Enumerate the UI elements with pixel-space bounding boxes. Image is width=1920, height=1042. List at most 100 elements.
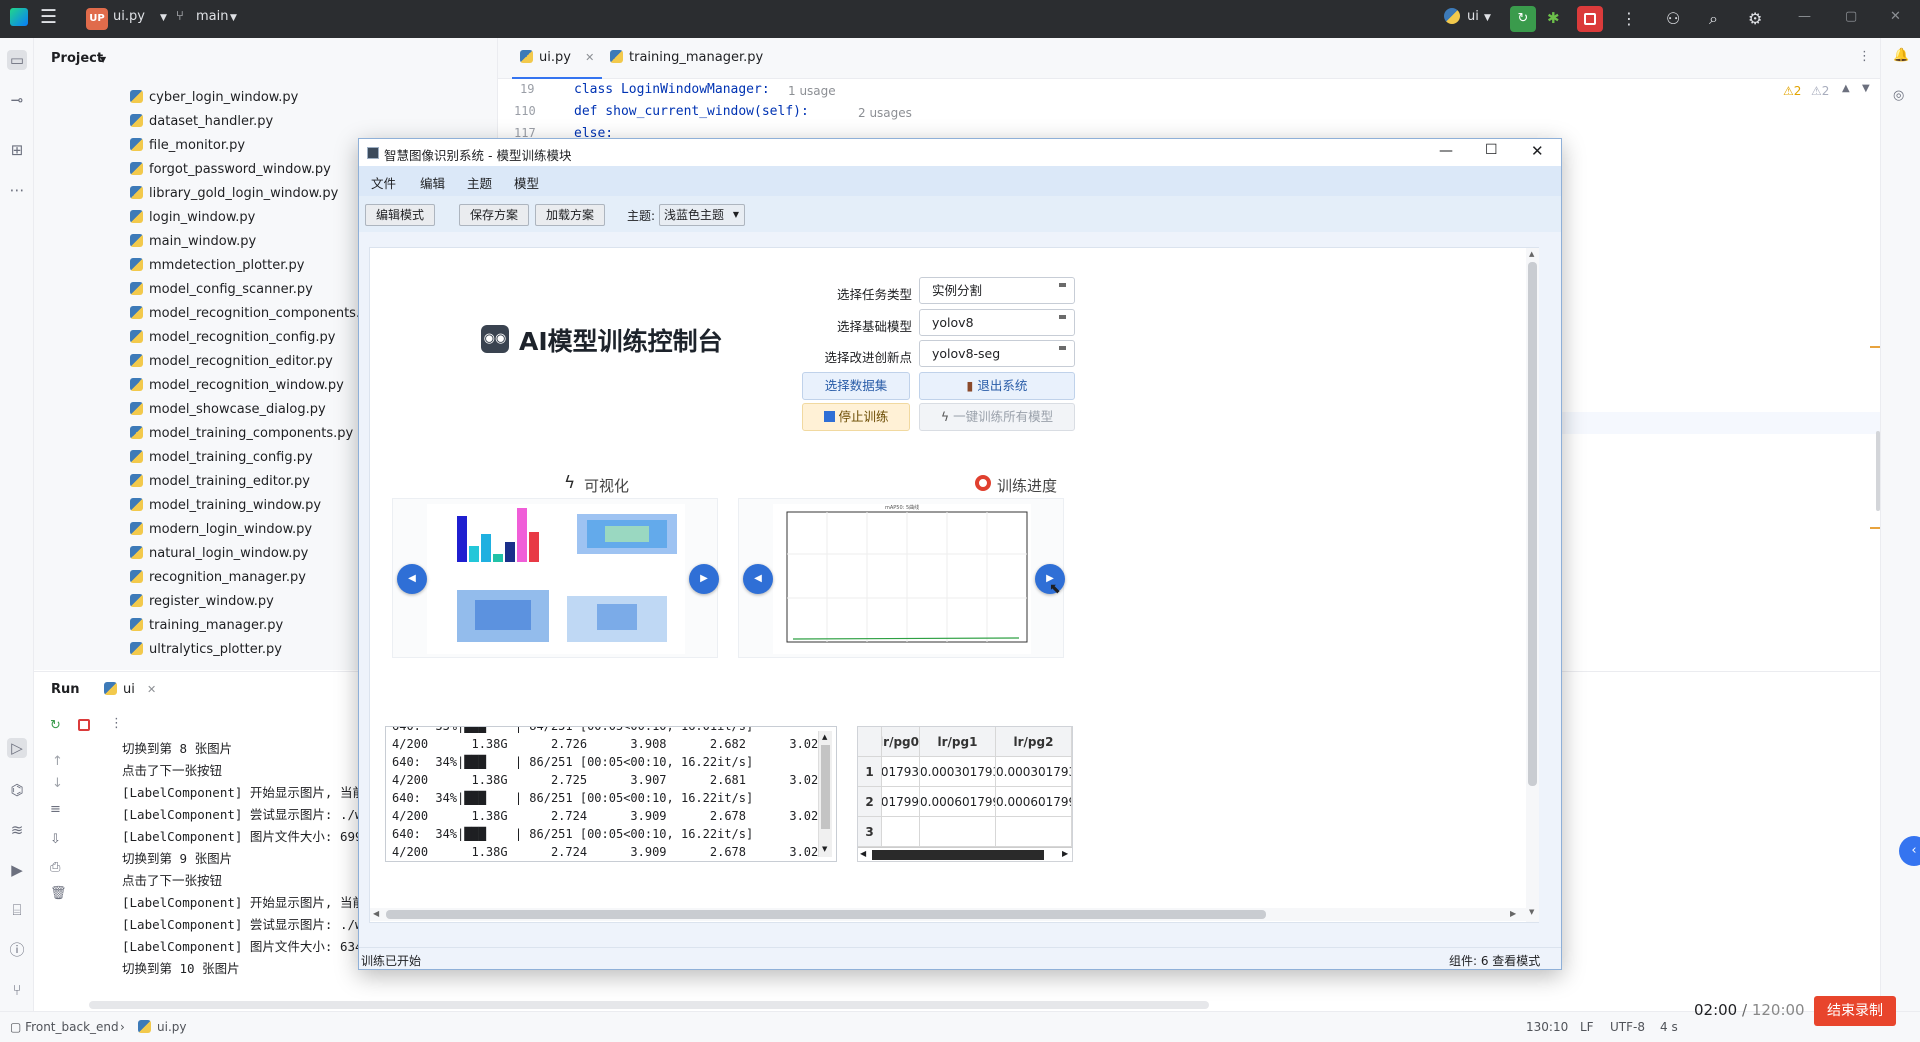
maximize-icon[interactable]: ▢ — [1845, 9, 1857, 24]
file-tree-item[interactable]: model_recognition_window.py — [130, 376, 344, 396]
editor-tab[interactable]: training_manager.py — [602, 38, 771, 79]
file-tree-item[interactable]: main_window.py — [130, 232, 256, 252]
editor-more-icon[interactable]: ⋮ — [1858, 49, 1871, 64]
usage-hint[interactable]: 1 usage — [788, 84, 836, 98]
menu-model[interactable]: 模型 — [514, 173, 539, 192]
content-hscrollbar[interactable]: ◀ ▶ — [370, 908, 1526, 921]
problems-icon[interactable]: ⓘ — [7, 940, 27, 960]
cursor-position[interactable]: 130:10 — [1526, 1020, 1568, 1034]
metrics-table[interactable]: lr/pg0lr/pg1lr/pg210.0003017930.00030179… — [857, 726, 1073, 862]
edit-mode-button[interactable]: 编辑模式 — [365, 204, 436, 226]
progress-prev-button[interactable]: ◀ — [743, 564, 773, 594]
debug-icon[interactable]: ✱ — [1547, 9, 1560, 27]
content-hscroll-thumb[interactable] — [386, 910, 1266, 919]
table-header[interactable]: lr/pg1 — [920, 727, 996, 757]
soft-wrap-icon[interactable]: ≡ — [50, 802, 61, 817]
services-icon[interactable]: ▶ — [7, 860, 27, 880]
app-close-icon[interactable]: ✕ — [1531, 142, 1544, 160]
scroll-end-icon[interactable]: ⇩ — [50, 832, 61, 847]
file-tree-item[interactable]: dataset_handler.py — [130, 112, 273, 132]
scroll-up-icon[interactable]: ↑ — [52, 754, 63, 769]
table-cell[interactable]: 0.000301793 — [882, 757, 920, 787]
structure-icon[interactable]: ⊞ — [7, 140, 27, 160]
ide-logo-icon[interactable] — [10, 8, 28, 26]
folder-icon[interactable]: ▭ — [7, 50, 27, 70]
file-tree-item[interactable]: ultralytics_plotter.py — [130, 640, 282, 660]
stop-training-button[interactable]: 停止训练 — [802, 403, 910, 431]
run-more-icon[interactable]: ⋮ — [110, 716, 123, 731]
scroll-down-icon[interactable]: ↓ — [52, 776, 63, 791]
content-scroll-left-icon[interactable]: ◀ — [373, 909, 379, 918]
line-separator[interactable]: LF — [1580, 1020, 1594, 1034]
close-icon[interactable]: ✕ — [1890, 9, 1901, 24]
table-cell[interactable]: 0.000601799 — [920, 787, 996, 817]
select-dataset-button[interactable]: 选择数据集 — [802, 372, 910, 400]
table-scroll-thumb[interactable] — [872, 850, 1044, 860]
scroll-thumb[interactable] — [821, 745, 830, 829]
scroll-up-arrow-icon[interactable]: ▲ — [822, 733, 827, 741]
menu-theme[interactable]: 主题 — [467, 173, 492, 192]
status-extra[interactable]: 4 s — [1660, 1020, 1678, 1034]
table-cell[interactable]: 0.000301793 — [920, 757, 996, 787]
ai-assistant-icon[interactable]: ◎ — [1893, 88, 1904, 103]
table-hscrollbar[interactable]: ◀ ▶ — [858, 847, 1072, 861]
breadcrumb-root[interactable]: ▢ Front_back_end — [10, 1020, 119, 1034]
python-console-icon[interactable]: ⌬ — [7, 780, 27, 800]
branch-dropdown-icon[interactable]: ▼ — [230, 13, 237, 23]
file-tree-item[interactable]: model_training_editor.py — [130, 472, 310, 492]
run-tab[interactable]: ui ✕ — [104, 682, 156, 697]
table-cell[interactable] — [882, 817, 920, 847]
file-tree-item[interactable]: forgot_password_window.py — [130, 160, 331, 180]
more-tools-icon[interactable]: ⋯ — [7, 180, 27, 200]
commit-icon[interactable]: ⊸ — [7, 90, 27, 110]
rerun-icon[interactable]: ↻ — [1510, 6, 1536, 32]
file-tree-item[interactable]: model_showcase_dialog.py — [130, 400, 326, 420]
file-tree-item[interactable]: mmdetection_plotter.py — [130, 256, 304, 276]
file-tree-item[interactable]: library_gold_login_window.py — [130, 184, 338, 204]
task-type-select[interactable]: 实例分割 — [919, 277, 1075, 304]
project-panel-title[interactable]: Project — [51, 51, 103, 66]
search-icon[interactable]: ⌕ — [1709, 9, 1718, 29]
file-tree-item[interactable]: login_window.py — [130, 208, 255, 228]
console-scrollbar[interactable] — [89, 1001, 1209, 1009]
trash-icon[interactable]: 🗑 — [50, 886, 67, 901]
file-tree-item[interactable]: training_manager.py — [130, 616, 283, 636]
content-scroll-thumb[interactable] — [1528, 262, 1537, 786]
file-tree-item[interactable]: model_config_scanner.py — [130, 280, 313, 300]
file-encoding[interactable]: UTF-8 — [1610, 1020, 1645, 1034]
table-header[interactable]: lr/pg2 — [996, 727, 1072, 757]
minimize-icon[interactable]: — — [1798, 9, 1811, 24]
main-menu-icon[interactable]: ☰ — [40, 6, 57, 28]
file-tree-item[interactable]: cyber_login_window.py — [130, 88, 298, 108]
file-tree-item[interactable]: model_training_window.py — [130, 496, 321, 516]
visualization-next-button[interactable]: ▶ — [689, 564, 719, 594]
git-icon[interactable]: ⑂ — [7, 980, 27, 1000]
add-user-icon[interactable]: ⚇ — [1666, 9, 1680, 28]
progress-plot[interactable]: mAP50: 5曲线 — [773, 504, 1031, 654]
file-tree-item[interactable]: model_recognition_components.py — [130, 304, 376, 324]
scroll-left-arrow-icon[interactable]: ◀ — [860, 849, 866, 858]
train-all-button[interactable]: ϟ 一键训练所有模型 — [919, 403, 1075, 431]
notifications-icon[interactable]: 🔔 — [1893, 48, 1909, 63]
usage-hint[interactable]: 2 usages — [858, 106, 912, 120]
run-config-dropdown-icon[interactable]: ▼ — [1484, 13, 1491, 23]
app-minimize-icon[interactable]: — — [1439, 143, 1453, 159]
layers-icon[interactable]: ≋ — [7, 820, 27, 840]
menu-file[interactable]: 文件 — [371, 173, 396, 192]
exit-system-button[interactable]: ▮ 退出系统 — [919, 372, 1075, 400]
table-cell[interactable] — [996, 817, 1072, 847]
table-header[interactable]: lr/pg0 — [882, 727, 920, 757]
table-cell[interactable] — [920, 817, 996, 847]
stop-icon[interactable] — [1577, 6, 1603, 32]
stop-small-icon[interactable] — [78, 719, 90, 731]
scroll-right-arrow-icon[interactable]: ▶ — [1062, 849, 1068, 858]
file-tree-item[interactable]: recognition_manager.py — [130, 568, 306, 588]
run-tool-icon[interactable]: ▷ — [7, 738, 27, 758]
file-tree-item[interactable]: natural_login_window.py — [130, 544, 308, 564]
app-maximize-icon[interactable]: ☐ — [1485, 142, 1498, 158]
rerun-small-icon[interactable]: ↻ — [50, 718, 61, 733]
innovation-select[interactable]: yolov8-seg — [919, 340, 1075, 367]
project-name[interactable]: ui.py — [113, 9, 145, 24]
content-vscrollbar[interactable]: ▲ ▼ — [1526, 248, 1539, 922]
file-tree-item[interactable]: model_training_config.py — [130, 448, 313, 468]
